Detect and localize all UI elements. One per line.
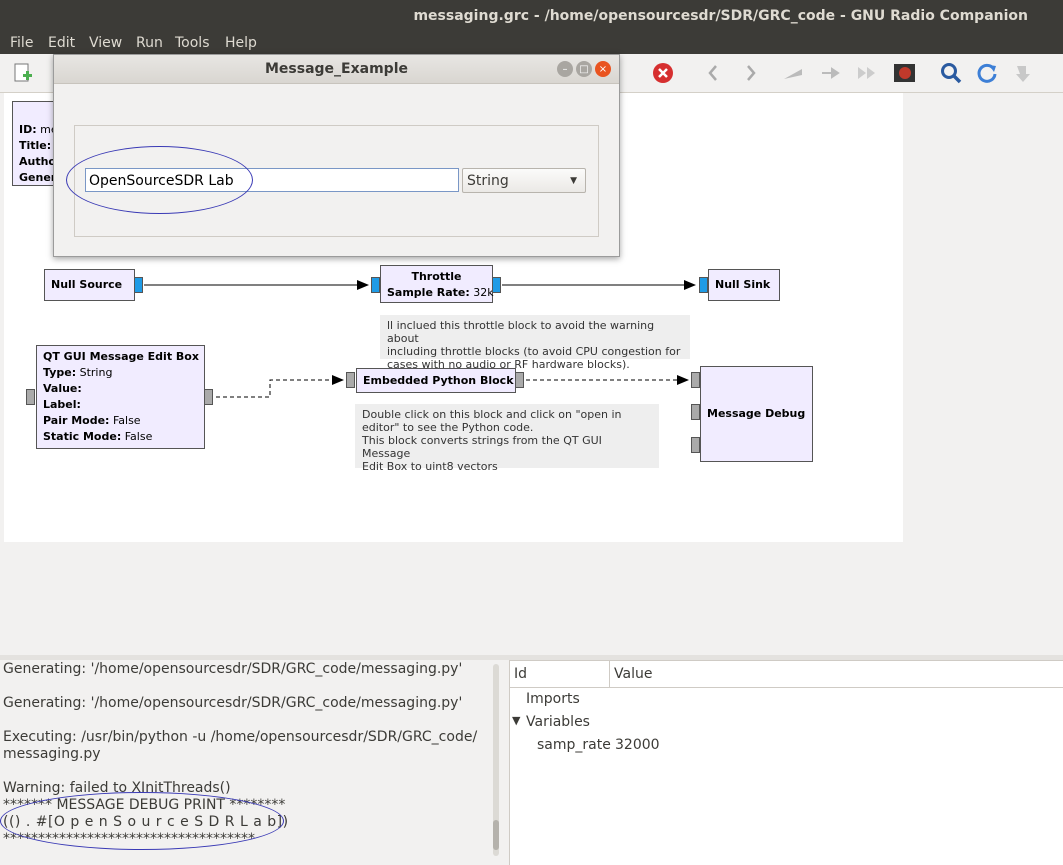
record-icon[interactable] <box>893 62 915 84</box>
embedded-python-block[interactable]: Embedded Python Block <box>356 368 516 393</box>
edit-box-out-port[interactable] <box>204 389 213 405</box>
throttle-title: Throttle <box>411 270 462 283</box>
python-comment-line: This block converts strings from the QT … <box>362 434 602 460</box>
throttle-out-port[interactable] <box>492 277 501 293</box>
qt-message-edit-box-block[interactable]: QT GUI Message Edit Box Type: String Val… <box>36 345 205 449</box>
console-scrollbar[interactable] <box>490 660 504 864</box>
edit-box-in-port[interactable] <box>26 389 35 405</box>
window-titlebar: messaging.grc - /home/opensourcesdr/SDR/… <box>0 0 1063 32</box>
edit-box-param-value: String <box>79 366 113 379</box>
type-select-value: String <box>467 173 509 189</box>
search-icon[interactable] <box>940 62 962 84</box>
dialog-titlebar[interactable]: Message_Example – □ × <box>54 55 619 84</box>
throttle-in-port[interactable] <box>371 277 380 293</box>
python-comment-line: editor" to see the Python code. <box>362 421 534 434</box>
console-line: Generating: '/home/opensourcesdr/SDR/GRC… <box>3 695 463 711</box>
column-header-value[interactable]: Value <box>610 661 1063 688</box>
options-title-label: Title: <box>19 139 52 152</box>
throttle-block[interactable]: Throttle Sample Rate: 32k <box>380 265 494 303</box>
null-sink-block[interactable]: Null Sink <box>708 269 780 301</box>
console-line: Executing: /usr/bin/python -u /home/open… <box>3 729 478 745</box>
options-id-label: ID: <box>19 123 37 136</box>
edit-box-param-label: Type: <box>43 366 77 379</box>
console-line: Generating: '/home/opensourcesdr/SDR/GRC… <box>3 661 463 677</box>
chevron-left-icon[interactable] <box>702 62 724 84</box>
tree-item-variables[interactable]: Variables <box>526 714 590 730</box>
options-author-label: Autho <box>19 155 56 168</box>
annotation-oval-input <box>66 146 253 214</box>
connection-editbox-python <box>216 375 344 398</box>
options-generate-label: Gener <box>19 171 57 184</box>
null-source-out-port[interactable] <box>134 277 143 293</box>
scrollbar-thumb[interactable] <box>493 820 499 850</box>
edit-box-param-label: Label: <box>43 398 81 411</box>
message-debug-title: Message Debug <box>707 407 806 420</box>
null-sink-title: Null Sink <box>715 278 771 291</box>
python-comment-line: Double click on this block and click on … <box>362 408 622 421</box>
expander-arrow-icon[interactable]: ▼ <box>512 714 520 727</box>
dropdown-arrow-icon: ▼ <box>570 176 577 186</box>
variable-value[interactable]: 32000 <box>615 737 660 753</box>
console-line: messaging.py <box>3 746 101 762</box>
type-select[interactable]: String ▼ <box>462 168 586 193</box>
column-header-id[interactable]: Id <box>510 661 610 688</box>
variables-panel[interactable]: Id Value Imports ▼ Variables samp_rate 3… <box>509 660 1063 865</box>
kill-icon[interactable] <box>652 62 674 84</box>
edit-box-param-value: False <box>124 430 153 443</box>
message-debug-block[interactable]: Message Debug <box>700 366 813 462</box>
debug-print-port[interactable] <box>691 372 700 388</box>
python-comment[interactable]: Double click on this block and click on … <box>355 404 659 473</box>
python-block-title: Embedded Python Block <box>363 374 514 387</box>
menu-view[interactable]: View <box>89 35 122 51</box>
throttle-param-label: Sample Rate: <box>387 286 470 299</box>
reload-icon[interactable] <box>976 62 998 84</box>
bypass-icon[interactable] <box>855 62 877 84</box>
debug-pdu-port[interactable] <box>691 437 700 453</box>
rotate-ccw-icon[interactable] <box>782 62 804 84</box>
move-down-icon[interactable] <box>1012 62 1034 84</box>
edit-box-param-value: False <box>112 414 141 427</box>
new-file-icon[interactable] <box>12 62 34 84</box>
null-source-title: Null Source <box>51 278 123 291</box>
edit-box-param-label: Pair Mode: <box>43 414 110 427</box>
menu-help[interactable]: Help <box>225 35 257 51</box>
menu-tools[interactable]: Tools <box>175 35 210 51</box>
null-sink-in-port[interactable] <box>699 277 708 293</box>
python-in-port[interactable] <box>346 372 355 388</box>
throttle-comment-line: ll inclued this throttle block to avoid … <box>387 319 655 345</box>
menu-edit[interactable]: Edit <box>48 35 75 51</box>
null-source-block[interactable]: Null Source <box>44 269 135 301</box>
canvas-margin <box>0 542 1063 655</box>
menubar: File Edit View Run Tools Help <box>0 32 1063 54</box>
menu-run[interactable]: Run <box>136 35 163 51</box>
minimize-icon[interactable]: – <box>557 61 573 77</box>
menu-file[interactable]: File <box>10 35 33 51</box>
throttle-comment-line: including throttle blocks (to avoid CPU … <box>387 345 681 358</box>
annotation-oval-console <box>0 792 284 850</box>
maximize-icon[interactable]: □ <box>576 61 592 77</box>
dialog-title: Message_Example <box>264 61 408 77</box>
window-title: messaging.grc - /home/opensourcesdr/SDR/… <box>413 8 1028 24</box>
close-icon[interactable]: × <box>595 61 611 77</box>
edit-box-title: QT GUI Message Edit Box <box>43 350 199 363</box>
edit-box-param-label: Static Mode: <box>43 430 122 443</box>
python-out-port[interactable] <box>515 372 524 388</box>
variable-id[interactable]: samp_rate <box>537 737 611 753</box>
chevron-right-icon[interactable] <box>740 62 762 84</box>
python-comment-line: Edit Box to uint8 vectors <box>362 460 498 473</box>
tree-item-imports[interactable]: Imports <box>526 691 580 707</box>
rotate-cw-icon[interactable] <box>818 62 840 84</box>
throttle-comment[interactable]: ll inclued this throttle block to avoid … <box>380 315 690 371</box>
throttle-param-value: 32k <box>473 286 494 299</box>
edit-box-param-label: Value: <box>43 382 82 395</box>
debug-store-port[interactable] <box>691 404 700 420</box>
